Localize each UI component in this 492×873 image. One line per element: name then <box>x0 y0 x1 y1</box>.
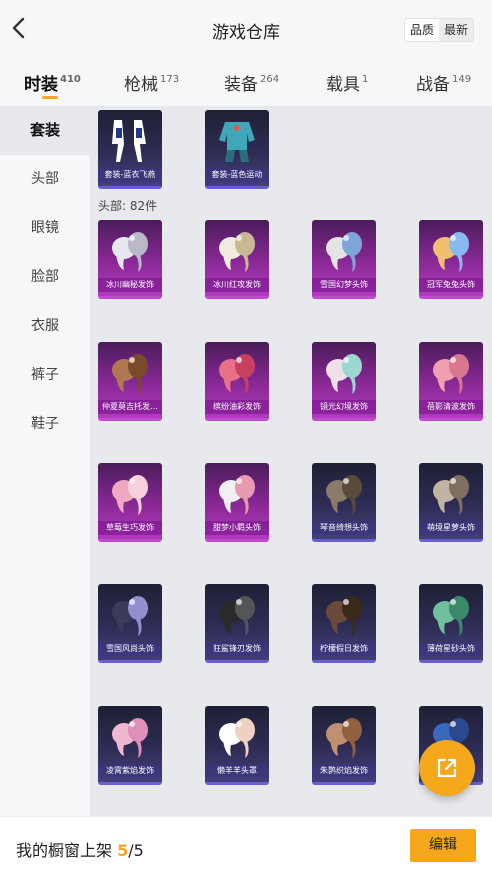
header: 游戏仓库 品质 最新 <box>0 0 492 58</box>
item-name: 草莓生巧发饰 <box>98 521 162 535</box>
item-name: 薄荷星砂头饰 <box>419 642 483 656</box>
hair-accessory-icon <box>112 718 148 758</box>
item-name: 镜光幻境发饰 <box>312 400 376 414</box>
tab-battle-supplies[interactable]: 战备 149 <box>416 70 471 95</box>
item-name: 雪国幻梦头饰 <box>312 278 376 292</box>
sort-toggle: 品质 最新 <box>403 18 474 42</box>
hair-accessory-icon <box>219 232 255 272</box>
edit-button[interactable]: 编辑 <box>410 829 476 862</box>
item-name: 冠军兔兔头饰 <box>419 278 483 292</box>
sort-option-newest[interactable]: 最新 <box>439 19 473 41</box>
hair-accessory-icon <box>433 354 469 394</box>
item-card[interactable]: 镜光幻境发饰 <box>312 342 376 421</box>
item-name: 狂鲨锋刃发饰 <box>205 642 269 656</box>
hair-accessory-icon <box>219 354 255 394</box>
item-name: 萌境星萝头饰 <box>419 521 483 535</box>
bottom-bar: 我的橱窗上架 5/5 编辑 <box>0 816 492 873</box>
sidebar: 套装 头部 眼镜 脸部 衣服 裤子 鞋子 <box>0 106 90 816</box>
item-name: 琴音绮想头饰 <box>312 521 376 535</box>
item-card[interactable]: 薄荷星砂头饰 <box>419 584 483 663</box>
sidebar-item-sets[interactable]: 套装 <box>0 106 90 155</box>
hair-accessory-icon <box>219 596 255 636</box>
hair-accessory-icon <box>326 475 362 515</box>
item-card[interactable]: 琴音绮想头饰 <box>312 463 376 542</box>
item-card[interactable]: 狂鲨锋刃发饰 <box>205 584 269 663</box>
item-name: 懒羊羊头罩 <box>205 764 269 778</box>
item-name: 柠檬假日发饰 <box>312 642 376 656</box>
external-link-icon <box>437 758 457 778</box>
item-card[interactable]: 缤纷油彩发饰 <box>205 342 269 421</box>
showcase-status: 我的橱窗上架 5/5 <box>16 841 144 860</box>
sidebar-item-clothes[interactable]: 衣服 <box>0 302 90 351</box>
hair-accessory-icon <box>326 354 362 394</box>
hair-accessory-icon <box>112 475 148 515</box>
item-card[interactable]: 仲夏莫吉托发… <box>98 342 162 421</box>
tab-fashion[interactable]: 时装 410 <box>24 70 81 95</box>
hair-accessory-icon <box>112 596 148 636</box>
section-label-head: 头部: 82件 <box>98 199 158 213</box>
sidebar-item-head[interactable]: 头部 <box>0 155 90 204</box>
hair-accessory-icon <box>326 718 362 758</box>
item-card[interactable]: 套装-蓝衣飞燕 <box>98 110 162 189</box>
hair-accessory-icon <box>219 475 255 515</box>
outfit-icon <box>112 120 146 162</box>
share-button[interactable] <box>419 740 475 796</box>
tab-guns[interactable]: 枪械 173 <box>124 70 179 95</box>
sidebar-item-face[interactable]: 脸部 <box>0 253 90 302</box>
item-name: 仲夏莫吉托发… <box>98 400 162 414</box>
item-card[interactable]: 甜梦小羁头饰 <box>205 463 269 542</box>
item-name: 套装-蓝色运动 <box>205 168 269 182</box>
item-card[interactable]: 朱鹮织焰发饰 <box>312 706 376 785</box>
item-name: 冰川红攻发饰 <box>205 278 269 292</box>
item-name: 甜梦小羁头饰 <box>205 521 269 535</box>
item-card[interactable]: 雪国幻梦头饰 <box>312 220 376 299</box>
sidebar-item-shoes[interactable]: 鞋子 <box>0 400 90 449</box>
sidebar-item-pants[interactable]: 裤子 <box>0 351 90 400</box>
item-card[interactable]: 冠军兔兔头饰 <box>419 220 483 299</box>
item-name: 缤纷油彩发饰 <box>205 400 269 414</box>
hair-accessory-icon <box>326 232 362 272</box>
hair-accessory-icon <box>219 718 255 758</box>
item-card[interactable]: 冰川幽秘发饰 <box>98 220 162 299</box>
active-tab-indicator <box>42 96 58 99</box>
hair-accessory-icon <box>112 232 148 272</box>
item-name: 朱鹮织焰发饰 <box>312 764 376 778</box>
hair-accessory-icon <box>433 596 469 636</box>
item-card[interactable]: 草莓生巧发饰 <box>98 463 162 542</box>
sort-option-quality[interactable]: 品质 <box>404 19 439 41</box>
item-grid: 套装-蓝衣飞燕 套装-蓝色运动 头部: 82件 冰川幽秘发饰 冰川红攻发饰 雪国幻梦… <box>90 106 492 816</box>
item-name: 凌霄紫焰发饰 <box>98 764 162 778</box>
tab-equipment[interactable]: 装备 264 <box>224 70 279 95</box>
hair-accessory-icon <box>433 475 469 515</box>
item-name: 套装-蓝衣飞燕 <box>98 168 162 182</box>
category-tabs: 时装 410 枪械 173 装备 264 载具 1 战备 149 <box>0 58 492 106</box>
outfit-icon <box>219 122 255 162</box>
item-card[interactable]: 萌境星萝头饰 <box>419 463 483 542</box>
item-card[interactable]: 懒羊羊头罩 <box>205 706 269 785</box>
item-card[interactable]: 套装-蓝色运动 <box>205 110 269 189</box>
hair-accessory-icon <box>326 596 362 636</box>
item-card[interactable]: 雪国风尚头饰 <box>98 584 162 663</box>
item-card[interactable]: 冰川红攻发饰 <box>205 220 269 299</box>
item-name: 雪国风尚头饰 <box>98 642 162 656</box>
item-card[interactable]: 蓓影清波发饰 <box>419 342 483 421</box>
hair-accessory-icon <box>112 354 148 394</box>
item-name: 冰川幽秘发饰 <box>98 278 162 292</box>
hair-accessory-icon <box>433 232 469 272</box>
sidebar-item-glasses[interactable]: 眼镜 <box>0 204 90 253</box>
item-name: 蓓影清波发饰 <box>419 400 483 414</box>
item-card[interactable]: 凌霄紫焰发饰 <box>98 706 162 785</box>
tab-vehicles[interactable]: 载具 1 <box>326 70 368 95</box>
item-card[interactable]: 柠檬假日发饰 <box>312 584 376 663</box>
